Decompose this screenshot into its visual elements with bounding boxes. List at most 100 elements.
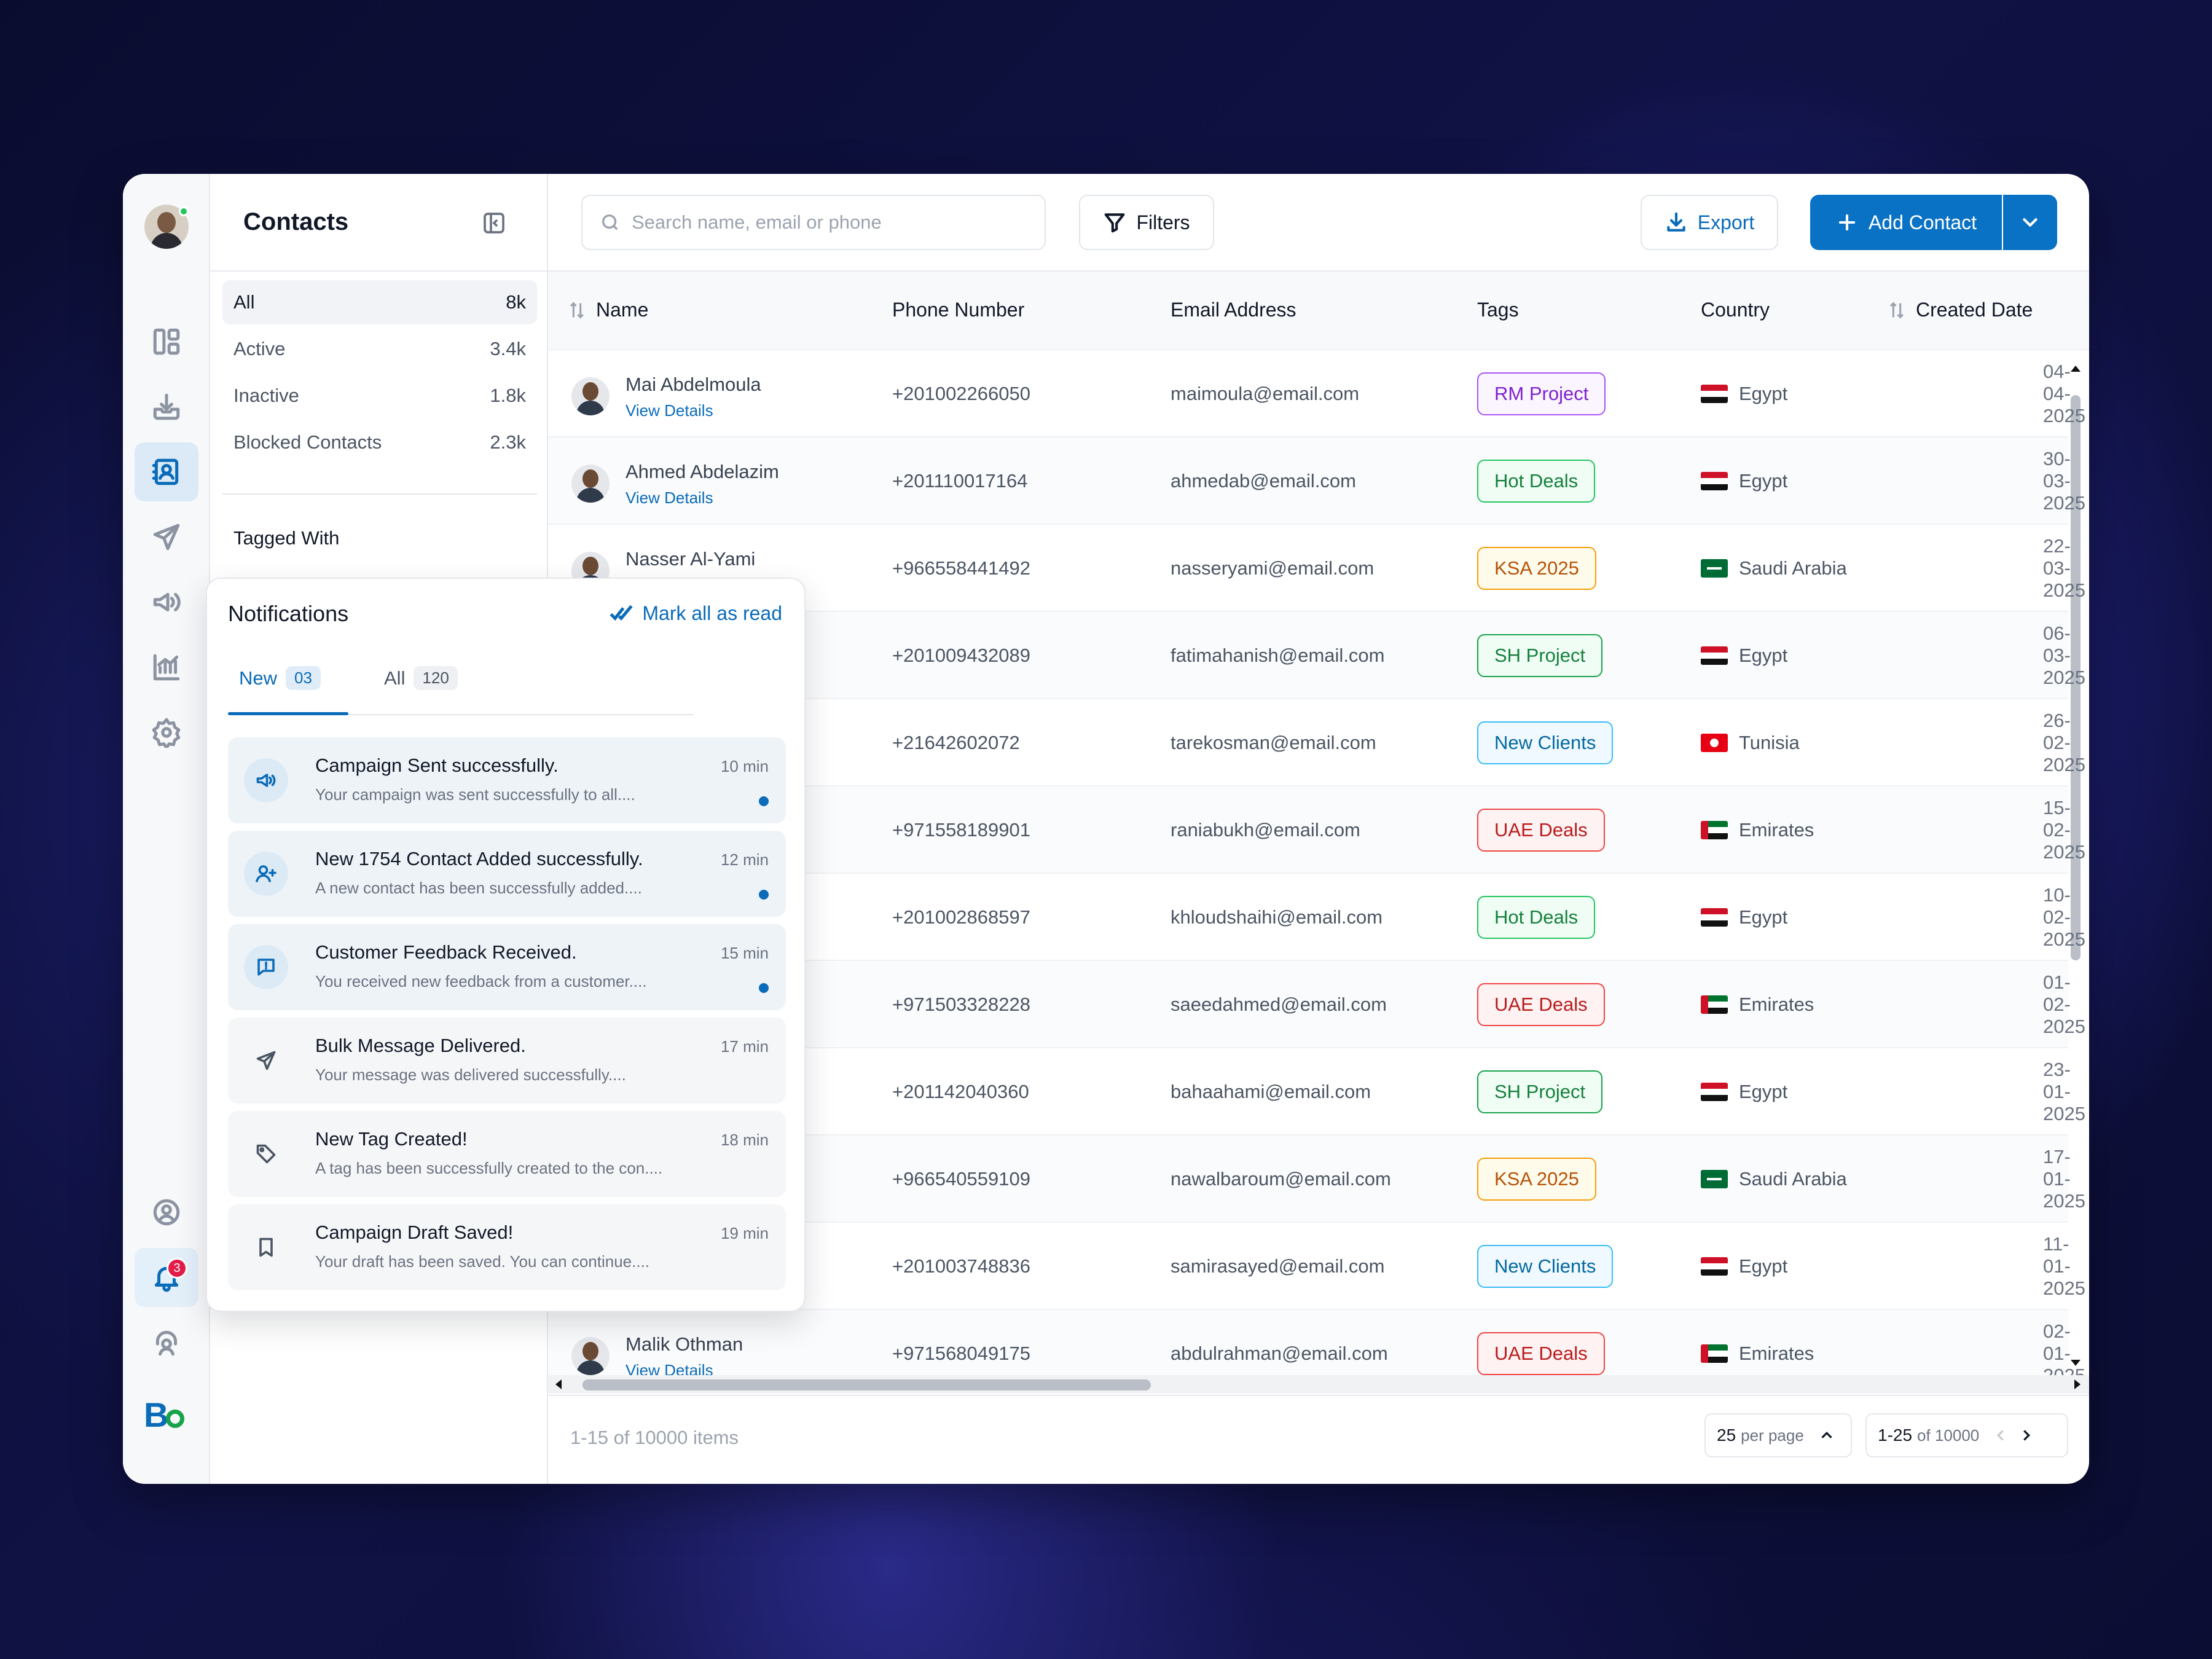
country-cell: Saudi Arabia	[1701, 1135, 1847, 1223]
contact-avatar	[571, 377, 610, 415]
page-range: 1-25	[1878, 1426, 1913, 1445]
country-cell: Egypt	[1701, 874, 1787, 961]
tag-icon	[244, 1132, 288, 1176]
mark-all-read-button[interactable]: Mark all as read	[609, 601, 782, 626]
tab-all-count: 120	[414, 666, 458, 690]
view-details-link[interactable]: View Details	[626, 401, 713, 420]
country-cell: Emirates	[1701, 786, 1814, 874]
brand-logo: B	[144, 1397, 190, 1433]
country-name: Egypt	[1739, 383, 1788, 404]
notification-item[interactable]: Campaign Sent successfully. Your campaig…	[228, 737, 786, 823]
notification-title: New 1754 Contact Added successfully.	[315, 848, 643, 869]
notification-time: 18 min	[720, 1131, 769, 1149]
flag-icon	[1701, 1257, 1728, 1276]
flag-icon	[1701, 559, 1728, 578]
country-cell: Egypt	[1701, 612, 1787, 699]
country-cell: Egypt	[1701, 1223, 1787, 1310]
created-date-cell: 15-02-2025	[2043, 797, 2085, 863]
tag-badge[interactable]: New Clients	[1477, 721, 1614, 764]
tab-active-indicator	[228, 712, 348, 715]
phone-cell: +971558189901	[892, 819, 1030, 841]
bookmark-icon	[244, 1225, 288, 1269]
tag-badge[interactable]: SH Project	[1477, 1070, 1603, 1113]
tag-badge[interactable]: UAE Deals	[1477, 1332, 1605, 1375]
email-cell: maimoula@email.com	[1171, 383, 1360, 404]
tag-badge[interactable]: New Clients	[1477, 1245, 1614, 1288]
table-row[interactable]: Ahmed Abdelazim View Details +2011100171…	[548, 437, 2085, 525]
phone-cell: +201009432089	[892, 645, 1030, 666]
notification-time: 15 min	[720, 944, 769, 962]
per-page-value: 25	[1717, 1426, 1736, 1445]
created-date-cell: 04-04-2025	[2043, 361, 2085, 426]
phone-cell: +21642602072	[892, 732, 1020, 753]
horizontal-scroll-thumb[interactable]	[582, 1379, 1151, 1390]
flag-icon	[1701, 908, 1728, 927]
contact-name: Ahmed Abdelazim	[626, 461, 779, 482]
notification-body: Your message was delivered successfully.…	[315, 1065, 626, 1084]
contact-name: Mai Abdelmoula	[626, 374, 761, 395]
phone-cell: +201142040360	[892, 1081, 1029, 1102]
tab-new[interactable]: New 03	[239, 666, 321, 690]
tag-badge[interactable]: KSA 2025	[1477, 547, 1596, 590]
tab-all[interactable]: All 120	[384, 666, 458, 690]
table-row[interactable]: Mai Abdelmoula View Details +20100226605…	[548, 350, 2085, 437]
notification-time: 17 min	[720, 1037, 769, 1056]
flag-icon	[1701, 1083, 1728, 1101]
phone-cell: +201002266050	[892, 383, 1030, 404]
flag-icon	[1701, 1344, 1728, 1363]
scroll-left-arrow[interactable]	[555, 1379, 562, 1389]
notification-time: 19 min	[720, 1224, 769, 1242]
tag-badge[interactable]: Hot Deals	[1477, 896, 1596, 939]
table-row[interactable]: Malik Othman View Details +971568049175 …	[548, 1310, 2085, 1375]
email-cell: saeedahmed@email.com	[1171, 994, 1387, 1015]
scroll-right-arrow[interactable]	[2074, 1379, 2081, 1389]
created-date-cell: 11-01-2025	[2043, 1233, 2085, 1299]
view-details-link[interactable]: View Details	[626, 1361, 713, 1375]
tab-new-count: 03	[286, 666, 321, 690]
created-date-cell: 22-03-2025	[2043, 535, 2085, 601]
notification-item[interactable]: New 1754 Contact Added successfully. A n…	[228, 831, 786, 917]
tag-cell: UAE Deals	[1477, 786, 1605, 874]
notifications-title: Notifications	[228, 601, 349, 626]
notification-item[interactable]: New Tag Created! A tag has been successf…	[228, 1111, 786, 1197]
mark-all-read-label: Mark all as read	[642, 602, 782, 624]
tag-badge[interactable]: Hot Deals	[1477, 460, 1596, 503]
unread-dot	[759, 796, 769, 806]
notification-item[interactable]: Campaign Draft Saved! Your draft has bee…	[228, 1204, 786, 1290]
view-details-link[interactable]: View Details	[626, 488, 713, 508]
per-page-label: per page	[1741, 1426, 1804, 1445]
tag-badge[interactable]: UAE Deals	[1477, 983, 1605, 1026]
next-page-icon[interactable]	[2017, 1426, 2036, 1445]
pagination-control: 1-25 of 10000	[1865, 1413, 2068, 1457]
tag-badge[interactable]: UAE Deals	[1477, 809, 1605, 852]
tag-cell: SH Project	[1477, 1048, 1603, 1135]
notification-item[interactable]: Bulk Message Delivered. Your message was…	[228, 1018, 786, 1104]
chevron-up-icon	[1821, 1431, 1832, 1438]
country-name: Emirates	[1739, 994, 1814, 1015]
country-name: Egypt	[1739, 1081, 1788, 1102]
country-name: Emirates	[1739, 819, 1814, 841]
prev-page-icon[interactable]	[1991, 1426, 2010, 1445]
items-count-text: 1-15 of 10000 items	[570, 1427, 739, 1448]
notification-body: You received new feedback from a custome…	[315, 972, 647, 990]
tag-badge[interactable]: SH Project	[1477, 634, 1603, 677]
per-page-select[interactable]: 25 per page	[1704, 1413, 1852, 1457]
tag-cell: RM Project	[1477, 350, 1606, 437]
notification-title: Customer Feedback Received.	[315, 941, 577, 963]
phone-cell: +201110017164	[892, 470, 1028, 492]
tag-cell: Hot Deals	[1477, 437, 1596, 525]
tag-badge[interactable]: RM Project	[1477, 372, 1606, 415]
notification-item[interactable]: Customer Feedback Received. You received…	[228, 924, 786, 1010]
unread-dot	[759, 983, 769, 993]
tag-cell: KSA 2025	[1477, 1135, 1596, 1223]
unread-dot	[759, 890, 769, 900]
email-cell: bahaahami@email.com	[1171, 1081, 1371, 1102]
flag-icon	[1701, 472, 1728, 490]
phone-cell: +966558441492	[892, 557, 1030, 579]
country-cell: Egypt	[1701, 437, 1787, 525]
country-cell: Tunisia	[1701, 699, 1800, 786]
tag-badge[interactable]: KSA 2025	[1477, 1158, 1596, 1201]
email-cell: tarekosman@email.com	[1171, 732, 1376, 753]
created-date-cell: 06-03-2025	[2043, 622, 2085, 688]
email-cell: ahmedab@email.com	[1171, 470, 1356, 492]
